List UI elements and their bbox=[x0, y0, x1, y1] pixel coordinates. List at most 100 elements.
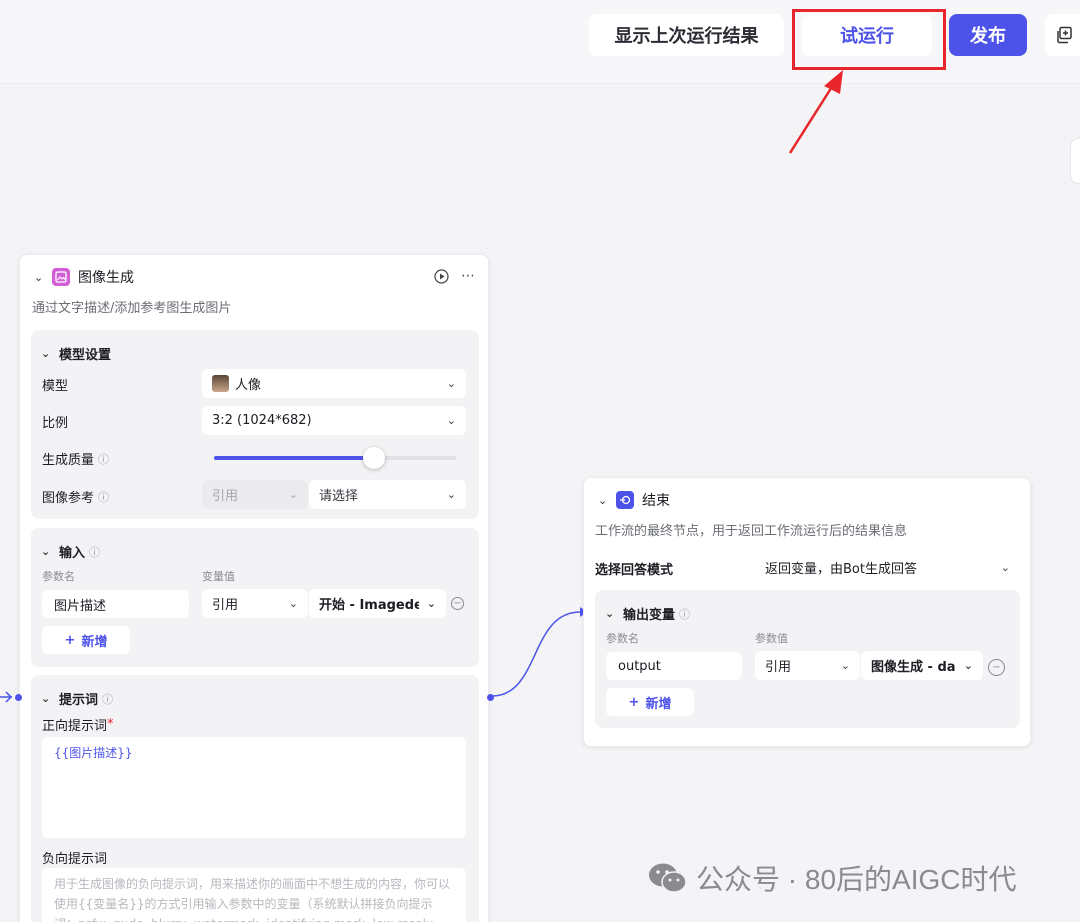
positive-prompt-label-row: 正向提示词 * bbox=[42, 715, 114, 734]
info-icon[interactable]: ⓘ bbox=[679, 606, 690, 622]
chevron-down-icon: ⌄ bbox=[426, 597, 436, 610]
chevron-down-icon: ⌄ bbox=[446, 377, 456, 390]
collapse-chevron-icon: ⌄ bbox=[41, 347, 51, 360]
remove-row-icon[interactable]: − bbox=[451, 597, 464, 610]
answer-mode-label: 选择回答模式 bbox=[595, 563, 674, 578]
reference-type-select: 引用 ⌄ bbox=[202, 480, 308, 509]
output-ref-type-select[interactable]: 引用 ⌄ bbox=[755, 651, 860, 680]
quality-label-row: 生成质量 ⓘ bbox=[42, 449, 109, 469]
answer-mode-select[interactable]: 返回变量，由Bot生成回答 ⌄ bbox=[755, 553, 1020, 582]
collapse-chevron-icon: ⌄ bbox=[41, 692, 51, 705]
show-last-result-button[interactable]: 显示上次运行结果 bbox=[589, 14, 784, 56]
positive-prompt-textarea[interactable]: {{图片描述}} bbox=[42, 737, 466, 838]
output-title: 输出变量 bbox=[623, 608, 676, 623]
output-header[interactable]: ⌄ 输出变量 ⓘ bbox=[605, 604, 690, 623]
model-value: 人像 bbox=[235, 378, 262, 393]
image-generation-node[interactable]: ⌄ 图像生成 ⋯ 通过文字描述/添加参考图生成图片 ⌄ 模型设置 模型 人像 ⌄… bbox=[19, 254, 489, 922]
output-name-input[interactable]: output bbox=[606, 652, 742, 680]
collapse-chevron-icon: ⌄ bbox=[41, 545, 51, 558]
end-node-icon bbox=[616, 491, 634, 509]
negative-prompt-label: 负向提示词 bbox=[42, 852, 108, 867]
collapse-chevron-icon[interactable]: ⌄ bbox=[598, 494, 616, 507]
end-node-header: ⌄ 结束 bbox=[598, 490, 670, 510]
model-settings-section: ⌄ 模型设置 模型 人像 ⌄ 比例 3:2 (1024*682) ⌄ 生成质量 … bbox=[31, 330, 479, 519]
reference-placeholder: 请选择 bbox=[319, 489, 359, 504]
add-output-label: 新增 bbox=[645, 696, 672, 712]
input-header[interactable]: ⌄ 输入 ⓘ bbox=[41, 542, 100, 561]
collapse-chevron-icon[interactable]: ⌄ bbox=[34, 271, 52, 284]
param-name-input[interactable]: 图片描述 bbox=[42, 590, 189, 618]
info-icon[interactable]: ⓘ bbox=[102, 691, 113, 707]
output-ref-value: 图像生成 - da bbox=[871, 660, 956, 675]
chevron-down-icon: ⌄ bbox=[446, 414, 456, 427]
ratio-select[interactable]: 3:2 (1024*682) ⌄ bbox=[202, 406, 466, 435]
reference-type-value: 引用 bbox=[212, 489, 239, 504]
copy-icon bbox=[1057, 26, 1072, 44]
add-input-button[interactable]: + 新增 bbox=[42, 626, 130, 654]
input-section: ⌄ 输入 ⓘ 参数名 变量值 图片描述 引用 ⌄ 开始 - Imagedes ⌄… bbox=[31, 528, 479, 667]
more-options-icon[interactable]: ⋯ bbox=[461, 268, 475, 284]
chevron-down-icon: ⌄ bbox=[288, 488, 298, 501]
info-icon[interactable]: ⓘ bbox=[98, 451, 109, 467]
image-node-title: 图像生成 bbox=[78, 270, 134, 286]
prompt-header[interactable]: ⌄ 提示词 ⓘ bbox=[41, 689, 113, 708]
quality-slider-handle[interactable] bbox=[363, 447, 385, 469]
play-icon[interactable] bbox=[434, 268, 449, 284]
image-node-output-port[interactable] bbox=[487, 694, 494, 701]
quality-slider-fill bbox=[214, 456, 374, 460]
input-title: 输入 bbox=[59, 546, 86, 561]
model-settings-header[interactable]: ⌄ 模型设置 bbox=[41, 344, 111, 363]
plus-icon: + bbox=[64, 632, 76, 648]
chevron-down-icon: ⌄ bbox=[288, 597, 298, 610]
ref-type-value: 引用 bbox=[212, 598, 239, 613]
output-ref-type-value: 引用 bbox=[765, 660, 792, 675]
param-value-column-header: 参数值 bbox=[755, 632, 788, 645]
model-label: 模型 bbox=[42, 379, 69, 394]
ratio-label: 比例 bbox=[42, 416, 69, 431]
wechat-icon bbox=[649, 863, 687, 893]
side-panel-edge bbox=[1070, 138, 1080, 184]
negative-prompt-textarea[interactable]: 用于生成图像的负向提示词，用来描述你的画面中不想生成的内容，你可以使用{{变量名… bbox=[42, 868, 466, 922]
collapse-chevron-icon: ⌄ bbox=[605, 607, 615, 620]
publish-button[interactable]: 发布 bbox=[949, 14, 1027, 56]
add-input-label: 新增 bbox=[81, 634, 108, 650]
plus-icon: + bbox=[628, 694, 640, 710]
ref-value: 开始 - Imagedes bbox=[319, 598, 419, 613]
chevron-down-icon: ⌄ bbox=[1000, 561, 1010, 574]
param-name-column-header: 参数名 bbox=[42, 570, 75, 583]
duplicate-button[interactable] bbox=[1045, 14, 1080, 56]
add-output-button[interactable]: + 新增 bbox=[606, 688, 694, 716]
required-mark: * bbox=[107, 717, 114, 732]
remove-row-icon[interactable]: − bbox=[988, 659, 1005, 676]
model-select[interactable]: 人像 ⌄ bbox=[202, 369, 466, 398]
output-section: ⌄ 输出变量 ⓘ 参数名 参数值 output 引用 ⌄ 图像生成 - da ⌄… bbox=[595, 590, 1020, 728]
prompt-title: 提示词 bbox=[59, 693, 99, 708]
positive-prompt-label: 正向提示词 bbox=[42, 719, 108, 734]
quality-label: 生成质量 bbox=[42, 453, 95, 468]
node-connection-line bbox=[491, 607, 587, 697]
end-node[interactable]: ⌄ 结束 工作流的最终节点，用于返回工作流运行后的结果信息 选择回答模式 返回变… bbox=[583, 477, 1031, 747]
output-ref-value-select[interactable]: 图像生成 - da ⌄ bbox=[861, 651, 983, 680]
watermark-text: 公众号 · 80后的AIGC时代 bbox=[696, 864, 1017, 895]
chevron-down-icon: ⌄ bbox=[963, 659, 973, 672]
reference-value-select[interactable]: 请选择 ⌄ bbox=[309, 480, 466, 509]
ref-value-select[interactable]: 开始 - Imagedes ⌄ bbox=[309, 589, 446, 618]
image-node-header: ⌄ 图像生成 bbox=[34, 267, 134, 287]
chevron-down-icon: ⌄ bbox=[840, 659, 850, 672]
reference-label-row: 图像参考 ⓘ bbox=[42, 487, 109, 507]
image-node-description: 通过文字描述/添加参考图生成图片 bbox=[32, 301, 232, 316]
answer-mode-value: 返回变量，由Bot生成回答 bbox=[765, 562, 917, 577]
portrait-avatar-icon bbox=[212, 375, 229, 392]
ratio-value: 3:2 (1024*682) bbox=[212, 413, 312, 428]
image-node-input-port[interactable] bbox=[15, 694, 22, 701]
info-icon[interactable]: ⓘ bbox=[98, 489, 109, 505]
chevron-down-icon: ⌄ bbox=[446, 488, 456, 501]
end-node-title: 结束 bbox=[642, 493, 670, 509]
image-node-icon bbox=[52, 268, 70, 286]
ref-type-select[interactable]: 引用 ⌄ bbox=[202, 589, 308, 618]
info-icon[interactable]: ⓘ bbox=[89, 544, 100, 560]
image-node-actions: ⋯ bbox=[434, 268, 475, 284]
model-settings-title: 模型设置 bbox=[59, 348, 112, 363]
red-annotation-arrow bbox=[788, 70, 843, 154]
reference-label: 图像参考 bbox=[42, 491, 95, 506]
